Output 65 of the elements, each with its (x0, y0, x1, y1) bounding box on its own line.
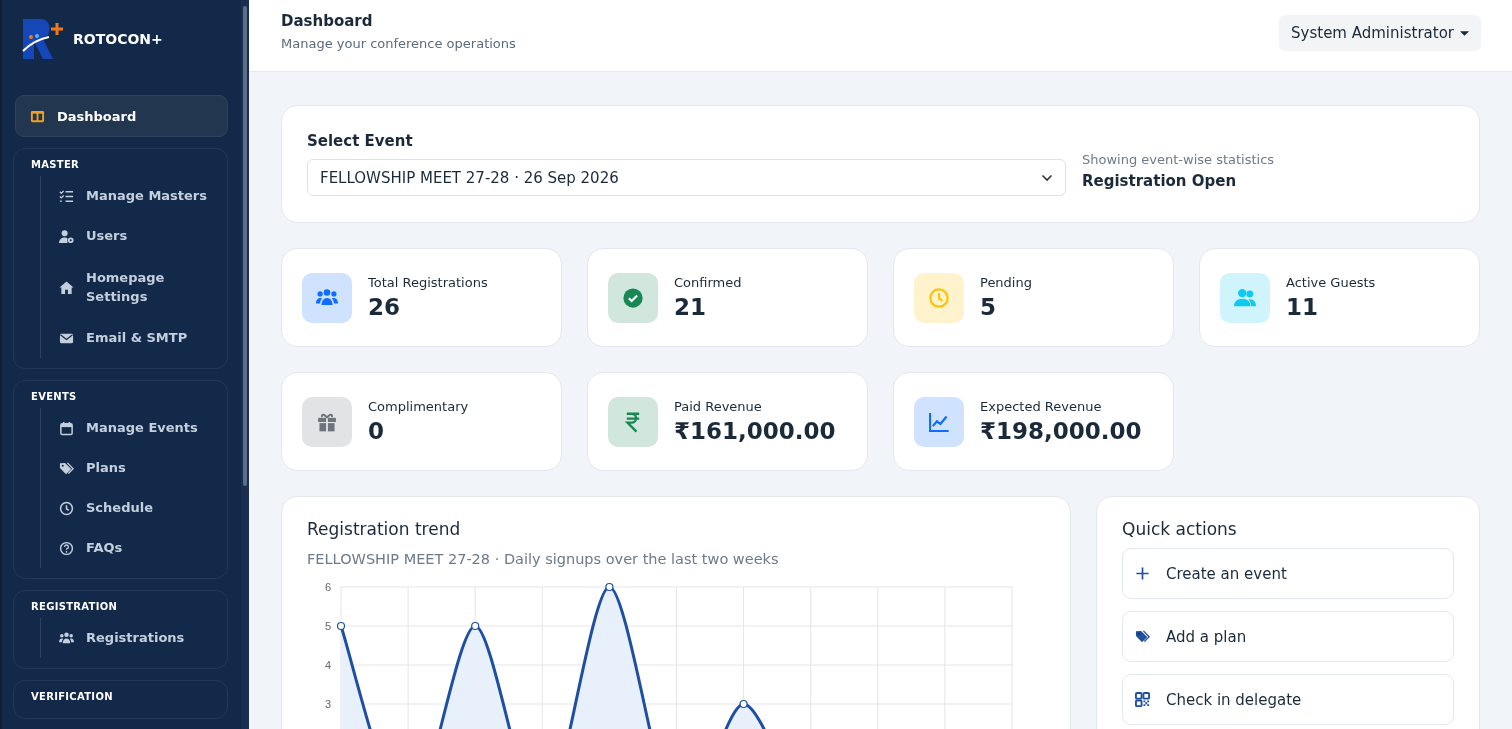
event-select[interactable]: FELLOWSHIP MEET 27-28 · 26 Sep 2026 (307, 159, 1066, 196)
plus-icon (1135, 566, 1150, 581)
quick-action-button[interactable]: Add a plan (1122, 611, 1454, 662)
stat-value: 5 (980, 294, 997, 320)
data-point (471, 621, 480, 631)
data-point (336, 621, 346, 631)
axis-tick-label: 4 (324, 659, 331, 671)
quick-action-button[interactable]: Create an event (1122, 548, 1454, 599)
stat-label: Complimentary (368, 399, 469, 414)
page-subtitle: Manage your conference operations (281, 36, 516, 51)
people-icon (59, 630, 74, 646)
nav-item[interactable]: Manage Masters (41, 176, 227, 216)
tags-icon (1135, 629, 1150, 644)
checklist-icon (59, 188, 74, 204)
home-icon (59, 279, 74, 295)
nav-item[interactable]: Users (41, 216, 227, 256)
data-point (739, 699, 748, 709)
stat-label: Confirmed (674, 275, 742, 290)
stat-label: Expected Revenue (980, 399, 1103, 414)
nav-item[interactable]: Registrations (41, 618, 227, 658)
quick-action-button[interactable]: Check in delegate (1122, 674, 1454, 725)
nav-item[interactable]: Plans (41, 448, 227, 488)
field-label: Select Event (307, 132, 414, 150)
calendar-icon (59, 420, 74, 436)
brand-name: ROTOCON+ (73, 31, 163, 47)
stat-label: Paid Revenue (674, 399, 763, 414)
stat-label: Total Registrations (368, 275, 488, 290)
nav-item[interactable]: Dashboard (15, 95, 228, 137)
page-title: Dashboard (281, 12, 374, 30)
chart-title: Registration trend (307, 519, 462, 539)
card-title: Quick actions (1122, 519, 1238, 539)
group-title: MASTER (31, 159, 81, 170)
stat-label: Pending (980, 275, 1032, 290)
dashboard-icon (30, 108, 45, 124)
axis-tick-label: 3 (324, 698, 331, 710)
question-icon (59, 540, 74, 556)
axis-tick-label: 6 (324, 581, 331, 593)
group-title: EVENTS (31, 391, 78, 402)
stat-value: 0 (368, 418, 385, 444)
data-point (605, 582, 614, 592)
group-title: REGISTRATION (31, 601, 119, 612)
event-status: Registration Open (1082, 172, 1238, 190)
scrollbar[interactable] (241, 0, 249, 729)
stat-value: 26 (368, 294, 401, 320)
user-menu-button[interactable]: System Administrator (1279, 15, 1481, 51)
nav-item[interactable]: FAQs (41, 528, 227, 568)
nav-item[interactable]: Homepage Settings (41, 256, 227, 318)
caret-icon (1460, 30, 1469, 36)
stats-note: Showing event-wise statistics (1082, 152, 1276, 167)
axis-tick-label: 5 (324, 620, 331, 632)
clock-icon (59, 500, 74, 516)
qr-code-icon (1135, 692, 1150, 707)
stat-value: 11 (1286, 294, 1319, 320)
stat-value: ₹161,000.00 (674, 418, 836, 444)
nav-item[interactable]: Email & SMTP (41, 318, 227, 358)
group-title: VERIFICATION (31, 691, 114, 702)
tags-icon (59, 460, 74, 476)
nav-item[interactable]: Schedule (41, 488, 227, 528)
stat-label: Active Guests (1286, 275, 1376, 290)
chevron-down-icon (1041, 173, 1053, 182)
nav-item[interactable]: Manage Events (41, 408, 227, 448)
user-gear-icon (59, 228, 74, 244)
stat-value: ₹198,000.00 (980, 418, 1142, 444)
stat-value: 21 (674, 294, 707, 320)
chart-subtitle: FELLOWSHIP MEET 27-28 · Daily signups over the last two weeks (307, 551, 780, 567)
